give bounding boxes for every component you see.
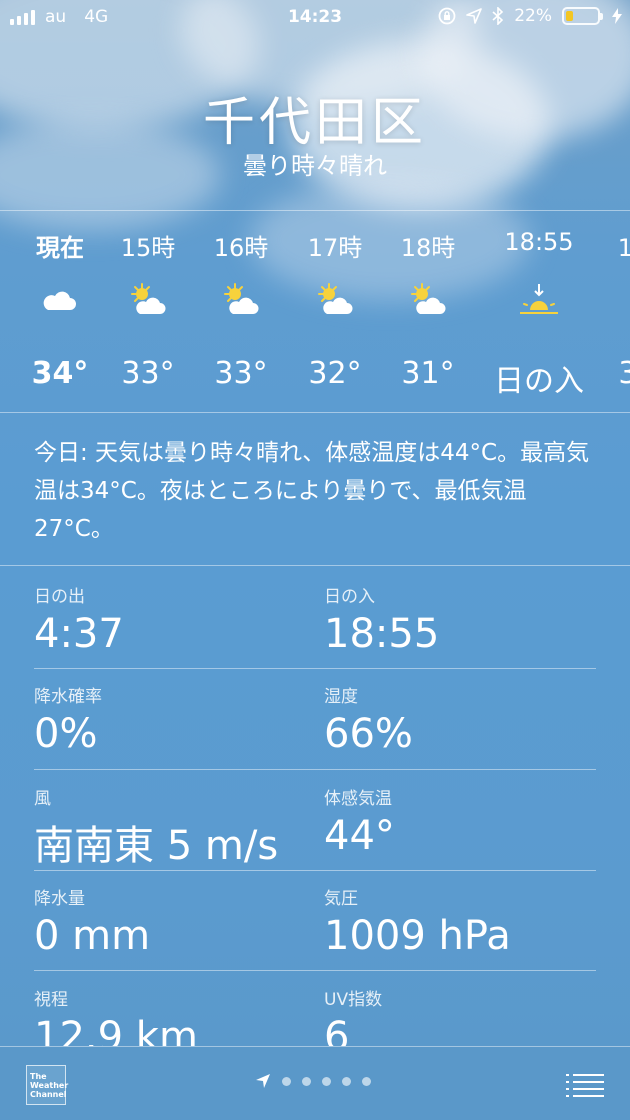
page-dot-icon bbox=[362, 1076, 371, 1086]
detail-value: 0% bbox=[34, 711, 98, 757]
detail-wind: 風 南南東 5 m/s bbox=[34, 784, 314, 871]
divider bbox=[0, 565, 630, 566]
detail-value: 0 mm bbox=[34, 913, 151, 959]
list-icon[interactable] bbox=[566, 1073, 604, 1097]
cloud-icon bbox=[43, 291, 76, 310]
detail-value: 4:37 bbox=[34, 611, 124, 657]
hour-time: 18:55 bbox=[504, 228, 574, 256]
hour-temp: 30° bbox=[618, 356, 630, 391]
detail-label: 降水量 bbox=[34, 889, 85, 909]
row-divider bbox=[34, 870, 596, 871]
detail-value: 66% bbox=[324, 711, 413, 757]
battery-icon bbox=[562, 7, 603, 25]
battery-percent: 22% bbox=[514, 6, 552, 26]
detail-humidity: 湿度 66% bbox=[324, 682, 604, 757]
partly-sunny-icon bbox=[131, 283, 166, 314]
detail-label: 降水確率 bbox=[34, 687, 102, 707]
current-condition: 曇り時々晴れ bbox=[243, 152, 387, 180]
page-dot-icon bbox=[302, 1076, 311, 1086]
detail-label: 視程 bbox=[34, 990, 68, 1010]
detail-precip-chance: 降水確率 0% bbox=[34, 682, 314, 757]
bluetooth-icon bbox=[492, 7, 504, 25]
detail-value: 1009 hPa bbox=[324, 913, 511, 959]
detail-pressure: 気圧 1009 hPa bbox=[324, 884, 604, 959]
detail-label: 湿度 bbox=[324, 687, 358, 707]
detail-feels-like: 体感気温 44° bbox=[324, 784, 604, 859]
sunset-icon bbox=[520, 284, 558, 314]
current-location-arrow-icon bbox=[256, 1074, 270, 1088]
detail-label: 体感気温 bbox=[324, 789, 392, 809]
hour-time: 19時 bbox=[617, 234, 630, 262]
divider bbox=[0, 210, 630, 211]
charging-bolt-icon bbox=[612, 8, 622, 24]
hour-temp: 31° bbox=[401, 356, 455, 391]
detail-value: 南南東 5 m/s bbox=[34, 823, 279, 869]
partly-sunny-icon bbox=[625, 282, 630, 322]
row-divider bbox=[34, 970, 596, 971]
page-dot-icon bbox=[322, 1076, 331, 1086]
page-indicator[interactable] bbox=[255, 1073, 371, 1089]
page-dot-icon bbox=[282, 1076, 291, 1086]
page-dot-icon bbox=[342, 1076, 351, 1086]
status-bar: au 4G 14:23 22% bbox=[0, 0, 630, 36]
hourly-forecast[interactable]: 現在 34° 15時 33° 16時 33° 17時 32° 18時 31° 1… bbox=[0, 212, 630, 412]
detail-precipitation: 降水量 0 mm bbox=[34, 884, 314, 959]
location-arrow-icon bbox=[466, 8, 483, 24]
detail-label: UV指数 bbox=[324, 990, 383, 1010]
detail-label: 日の入 bbox=[324, 587, 375, 607]
detail-value: 18:55 bbox=[324, 611, 440, 657]
detail-label: 気圧 bbox=[324, 889, 358, 909]
partly-sunny-icon bbox=[224, 283, 259, 314]
partly-sunny-icon bbox=[318, 283, 353, 314]
row-divider bbox=[34, 668, 596, 669]
row-divider bbox=[34, 769, 596, 770]
divider bbox=[0, 412, 630, 413]
city-name: 千代田区 bbox=[202, 93, 427, 153]
bottom-toolbar: The Weather Channel bbox=[0, 1046, 630, 1120]
weather-channel-logo-icon[interactable]: The Weather Channel bbox=[26, 1065, 68, 1105]
detail-sunset: 日の入 18:55 bbox=[324, 582, 604, 657]
orientation-lock-icon bbox=[438, 7, 456, 25]
hour-time: 18時 bbox=[400, 234, 456, 262]
partly-sunny-icon bbox=[411, 283, 446, 314]
detail-sunrise: 日の出 4:37 bbox=[34, 582, 314, 657]
daily-summary: 今日: 天気は曇り時々晴れ、体感温度は44°C。最高気温は34°C。夜はところに… bbox=[34, 440, 590, 542]
detail-label: 風 bbox=[34, 789, 51, 809]
detail-label: 日の出 bbox=[34, 587, 85, 607]
hour-temp: 日の入 bbox=[494, 364, 584, 399]
detail-value: 44° bbox=[324, 813, 395, 859]
